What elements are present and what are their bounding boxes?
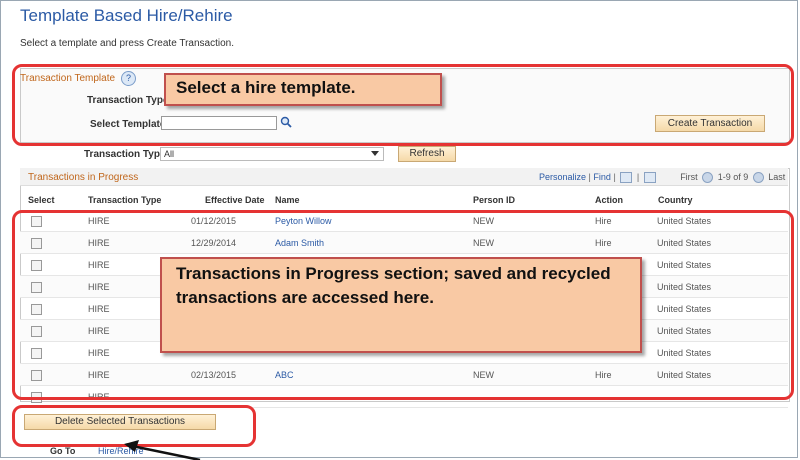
pointer-arrow-icon <box>124 440 201 460</box>
